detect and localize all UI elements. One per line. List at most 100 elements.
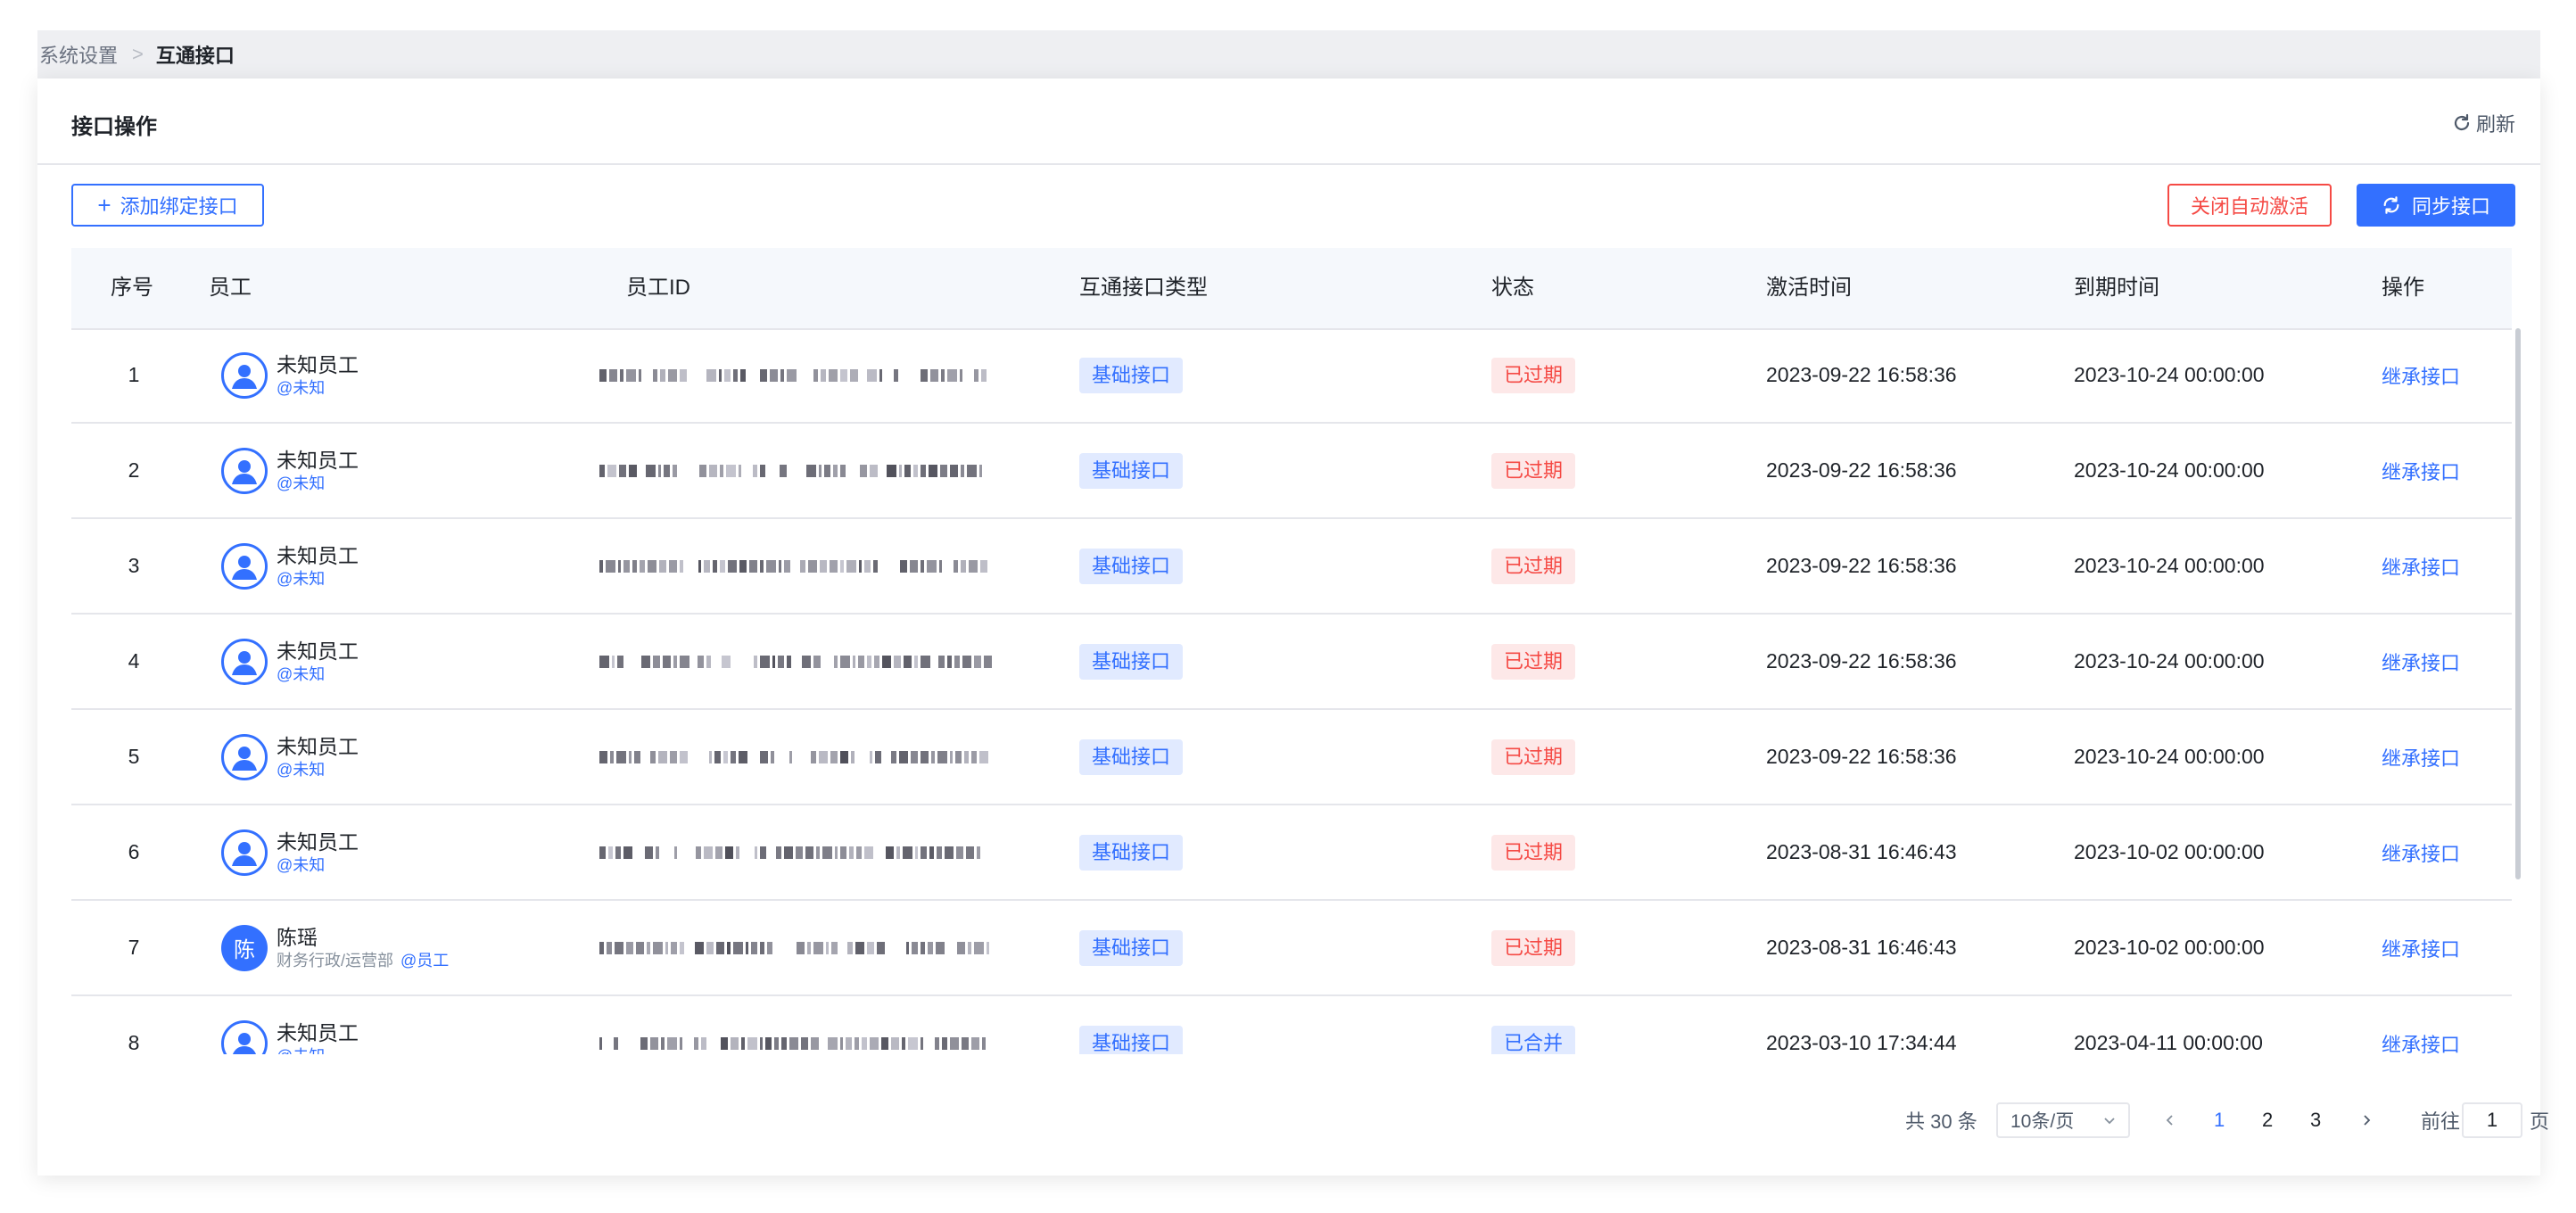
activated-time: 2023-08-31 16:46:43: [1766, 840, 1957, 863]
employee-tag: @员工: [400, 951, 450, 970]
expires-time: 2023-10-24 00:00:00: [2074, 649, 2265, 673]
close-auto-activate-button[interactable]: 关闭自动激活: [2167, 184, 2332, 227]
interface-type-tag: 基础接口: [1079, 1025, 1184, 1054]
inherit-interface-link[interactable]: 继承接口: [2382, 1029, 2460, 1055]
interface-type-cell: 基础接口: [1079, 615, 1347, 708]
activated-time: 2023-09-22 16:58:36: [1766, 554, 1957, 577]
employee-name: 未知员工: [277, 352, 359, 376]
status-badge: 已合并: [1491, 1025, 1576, 1054]
user-icon: [232, 1032, 257, 1054]
column-header-expires: 到期时间: [2074, 276, 2159, 300]
status-cell: 已过期: [1491, 519, 1670, 613]
inherit-interface-link[interactable]: 继承接口: [2382, 361, 2460, 390]
interface-type-tag: 基础接口: [1079, 452, 1184, 489]
column-header-activated: 激活时间: [1766, 276, 1852, 300]
interface-table: 序号 员工 员工ID 互通接口类型 状态 激活时间 到期时间 操作 1 未知员工 @…: [71, 248, 2515, 1054]
activated-time: 2023-09-22 16:58:36: [1766, 458, 1957, 482]
page-button-2[interactable]: 2: [2262, 1102, 2273, 1138]
breadcrumb-root[interactable]: 系统设置: [39, 40, 118, 69]
refresh-button[interactable]: 刷新: [2451, 109, 2515, 137]
employee-tag: @未知: [277, 855, 326, 874]
table-row: 8未知员工@未知基础接口已合并2023-03-10 17:34:442023-0…: [71, 996, 2512, 1054]
employee-cell: 未知员工@未知: [221, 328, 578, 422]
add-binding-label: 添加绑定接口: [120, 195, 238, 218]
avatar: 陈: [221, 924, 268, 971]
activated-time: 2023-09-22 16:58:36: [1766, 363, 1957, 386]
expires-time: 2023-10-02 00:00:00: [2074, 840, 2265, 863]
row-index: 5: [128, 745, 140, 768]
employee-id-redacted: [599, 710, 1033, 804]
row-index: 8: [128, 1031, 140, 1054]
inherit-interface-link[interactable]: 继承接口: [2382, 457, 2460, 485]
status-cell: 已过期: [1491, 615, 1670, 708]
user-icon: [232, 555, 257, 580]
interface-type-cell: 基础接口: [1079, 805, 1347, 899]
row-index: 2: [128, 458, 140, 482]
status-badge: 已过期: [1491, 548, 1576, 584]
employee-cell: 未知员工@未知: [221, 996, 578, 1054]
page-button-1[interactable]: 1: [2214, 1102, 2225, 1138]
actions-cell: 继承接口: [2382, 328, 2515, 422]
add-binding-button[interactable]: + 添加绑定接口: [71, 184, 264, 227]
inherit-interface-link[interactable]: 继承接口: [2382, 838, 2460, 867]
column-header-status: 状态: [1491, 276, 1534, 300]
employee-tag: @未知: [277, 569, 326, 588]
prev-page-button[interactable]: [2164, 1102, 2176, 1138]
sync-interface-label: 同步接口: [2411, 195, 2490, 218]
chevron-right-icon: [2364, 1115, 2371, 1126]
table-row: 7 陈陈瑶 财务行政/运营部 @员工 基础接口 已过期 2023-08-31 16:46:4…: [71, 901, 2512, 996]
page-title: 接口操作: [71, 115, 157, 139]
inherit-interface-link[interactable]: 继承接口: [2382, 934, 2460, 962]
employee-tag: @未知: [277, 1045, 359, 1055]
interface-type-tag: 基础接口: [1079, 548, 1184, 584]
avatar: [221, 1019, 268, 1054]
activated-time: 2023-03-10 17:34:44: [1766, 1031, 1957, 1054]
refresh-icon: [2454, 113, 2470, 131]
inherit-interface-link[interactable]: 继承接口: [2382, 648, 2460, 676]
plus-icon: +: [97, 192, 111, 219]
sync-interface-button[interactable]: 同步接口: [2357, 184, 2515, 227]
employee-name: 未知员工: [277, 1020, 359, 1044]
employee-name: 陈瑶: [277, 925, 318, 949]
goto-page-input[interactable]: 1: [2462, 1102, 2522, 1138]
pagination-total: 共 30 条: [1905, 1110, 1977, 1133]
employee-tag: @未知: [277, 760, 326, 779]
breadcrumb-current: 互通接口: [155, 45, 235, 67]
column-header-employee-id: 员工ID: [626, 276, 690, 300]
table-row: 3 未知员工 @未知 基础接口 已过期 2023-09-22 16:58:36 2023-1…: [71, 519, 2512, 615]
employee-dept: 财务行政/运营部 @员工: [277, 951, 450, 970]
interface-type-cell: 基础接口: [1079, 519, 1347, 613]
employee-id-redacted: [599, 805, 1033, 899]
table-scrollbar[interactable]: [2515, 328, 2521, 879]
column-header-actions: 操作: [2382, 276, 2424, 300]
interface-type-cell: 基础接口: [1079, 901, 1347, 994]
actions-cell: 继承接口: [2382, 519, 2515, 613]
employee-id-redacted: [599, 996, 1033, 1054]
employee-id-redacted: [599, 328, 1033, 422]
employee-id-redacted: [599, 519, 1033, 613]
status-cell: 已过期: [1491, 424, 1670, 517]
interface-type-cell: 基础接口: [1079, 710, 1347, 804]
expires-time: 2023-10-02 00:00:00: [2074, 936, 2265, 959]
expires-time: 2023-10-24 00:00:00: [2074, 363, 2265, 386]
interface-type-cell: 基础接口: [1079, 996, 1347, 1054]
interface-type-cell: 基础接口: [1079, 424, 1347, 517]
inherit-interface-link[interactable]: 继承接口: [2382, 552, 2460, 581]
status-badge: 已过期: [1491, 834, 1576, 871]
employee-cell: 未知员工@未知: [221, 710, 578, 804]
status-cell: 已过期: [1491, 710, 1670, 804]
avatar: [221, 829, 268, 876]
avatar: [221, 542, 268, 590]
employee-cell: 未知员工@未知: [221, 805, 578, 899]
user-icon: [232, 746, 257, 771]
page-size-select[interactable]: 10条/页: [1996, 1102, 2130, 1138]
card-header: 接口操作 刷新: [37, 78, 2540, 165]
page-button-3[interactable]: 3: [2310, 1102, 2321, 1138]
next-page-button[interactable]: [2360, 1102, 2373, 1138]
inherit-interface-link[interactable]: 继承接口: [2382, 743, 2460, 772]
employee-cell: 未知员工@未知: [221, 615, 578, 708]
chevron-down-icon: [2104, 1118, 2115, 1125]
row-index: 6: [128, 840, 140, 863]
interface-type-tag: 基础接口: [1079, 643, 1184, 680]
row-index: 3: [128, 554, 140, 577]
